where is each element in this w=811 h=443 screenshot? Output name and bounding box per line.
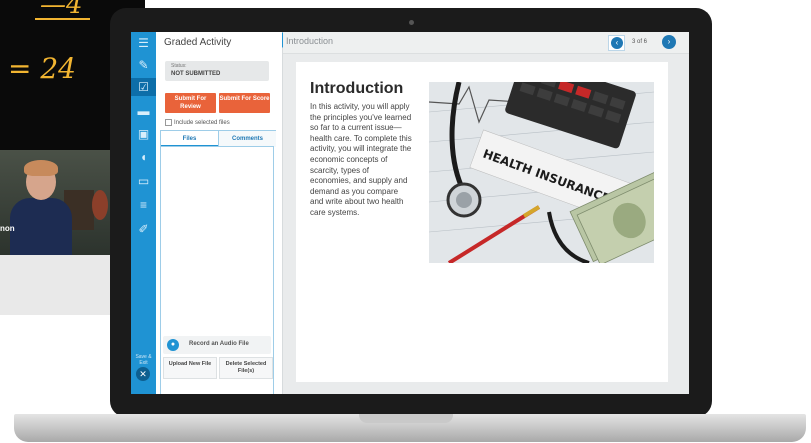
chalk-underline	[35, 18, 90, 20]
include-files-label: Include selected files	[174, 120, 230, 127]
submit-for-score-button[interactable]: Submit For Score	[219, 93, 270, 113]
chalk-text-bottom: = 24	[8, 52, 76, 85]
edit-icon[interactable]: ✎	[136, 58, 151, 72]
tab-files[interactable]: Files	[161, 131, 218, 147]
page-counter: 3 of 6	[632, 39, 648, 45]
save-exit-button[interactable]: ✕	[136, 367, 150, 381]
webcam-name-label: non	[0, 224, 15, 233]
photo-illustration: HEALTH INSURANCE	[429, 82, 654, 263]
checkbox-box[interactable]	[165, 119, 172, 126]
book-icon[interactable]: ▣	[136, 127, 151, 141]
record-audio-label: Record an Audio File	[189, 341, 249, 347]
submit-for-review-button[interactable]: Submit For Review	[165, 93, 216, 113]
page-heading: Introduction	[310, 80, 404, 97]
chat-icon[interactable]: ▭	[136, 174, 151, 188]
webcam-person-hair	[24, 160, 58, 176]
content-topbar: Introduction ‹ 3 of 6 ›	[283, 32, 689, 54]
upload-file-button[interactable]: Upload New File	[163, 357, 217, 379]
status-value: NOT SUBMITTED	[171, 71, 221, 77]
previous-page-button[interactable]: ‹	[608, 35, 625, 51]
next-page-button[interactable]: ›	[662, 35, 676, 49]
breadcrumb: Introduction	[286, 36, 334, 46]
tab-comments[interactable]: Comments	[218, 131, 276, 147]
record-audio-button[interactable]: ● Record an Audio File	[163, 336, 271, 354]
intro-paragraph: In this activity, you will apply the pri…	[310, 102, 412, 217]
chevron-left-icon: ‹	[611, 37, 623, 49]
audio-icon[interactable]: ◖	[136, 150, 151, 164]
microphone-icon: ●	[167, 339, 179, 351]
status-box: Status: NOT SUBMITTED	[165, 61, 269, 81]
content-card: Introduction In this activity, you will …	[296, 62, 668, 382]
graded-activity-icon[interactable]: ☑	[131, 78, 156, 96]
laptop-screen: ☰ ✎ ☑ ▬ ▣ ◖ ▭ ≡ ✐ Save & Exit ✕ Graded A…	[131, 32, 689, 394]
save-exit-label: Save & Exit	[135, 354, 152, 366]
health-insurance-photo: HEALTH INSURANCE	[429, 82, 654, 263]
tool-rail: ☰ ✎ ☑ ▬ ▣ ◖ ▭ ≡ ✐ Save & Exit ✕	[131, 32, 156, 394]
laptop-notch	[359, 414, 453, 423]
content-area: Introduction ‹ 3 of 6 › Introduction In …	[283, 32, 689, 394]
panel-title: Graded Activity	[164, 37, 232, 48]
menu-icon[interactable]: ☰	[136, 36, 151, 50]
status-label: Status:	[171, 63, 187, 69]
webcam-plant	[92, 190, 108, 220]
graded-activity-panel: Graded Activity Status: NOT SUBMITTED Su…	[156, 32, 283, 394]
pen-icon[interactable]: ✐	[136, 222, 151, 236]
webcam-feed: non	[0, 150, 112, 255]
delete-file-button[interactable]: Delete Selected File(s)	[219, 357, 273, 379]
webcam-person-body	[10, 198, 72, 255]
chalk-text-top: —4	[40, 0, 83, 20]
folder-icon[interactable]: ▬	[136, 104, 151, 118]
background-panel	[0, 255, 112, 315]
content-scrollbar[interactable]	[682, 56, 686, 392]
notes-icon[interactable]: ≡	[136, 198, 151, 212]
laptop-camera	[409, 20, 414, 25]
panel-tabs: Files Comments	[160, 130, 276, 147]
include-files-checkbox[interactable]: Include selected files	[165, 119, 230, 126]
